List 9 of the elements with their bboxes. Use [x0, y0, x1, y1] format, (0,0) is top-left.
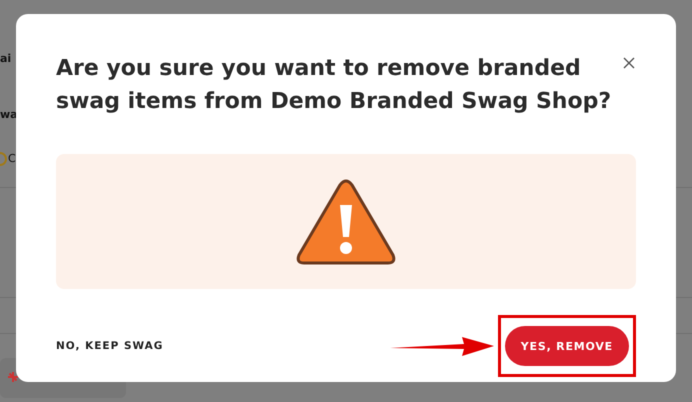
close-icon[interactable] — [622, 56, 636, 70]
dialog-title: Are you sure you want to remove branded swag items from Demo Branded Swag Shop? — [56, 55, 612, 116]
background-text: ai — [0, 52, 12, 65]
logo-icon — [8, 372, 18, 382]
background-text: C — [8, 152, 16, 165]
warning-icon — [296, 178, 396, 264]
background-text: wa — [0, 108, 18, 121]
keep-button[interactable]: NO, KEEP SWAG — [56, 340, 164, 352]
remove-button[interactable]: YES, REMOVE — [504, 326, 629, 366]
